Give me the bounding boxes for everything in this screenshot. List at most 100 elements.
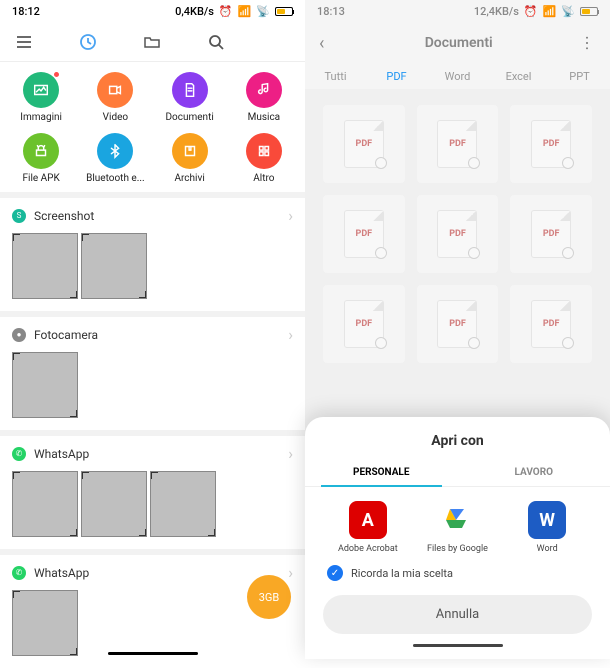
select-circle[interactable] bbox=[468, 337, 480, 349]
menu-icon[interactable] bbox=[14, 32, 34, 52]
tab-pdf[interactable]: PDF bbox=[366, 64, 427, 89]
app-label: Files by Google bbox=[427, 544, 488, 555]
category-file apk[interactable]: File APK bbox=[4, 133, 78, 184]
status-time: 18:12 bbox=[12, 5, 40, 18]
sheet-tabs: PERSONALELAVORO bbox=[305, 459, 610, 487]
category-video[interactable]: Video bbox=[78, 72, 152, 123]
wifi-icon: 📡 bbox=[256, 5, 270, 18]
thumbnail[interactable] bbox=[12, 352, 78, 418]
recent-icon[interactable] bbox=[78, 32, 98, 52]
chevron-right-icon: › bbox=[288, 563, 293, 582]
section-label: WhatsApp bbox=[34, 566, 89, 580]
document-card[interactable]: PDF bbox=[510, 195, 592, 273]
thumbnail[interactable] bbox=[12, 233, 78, 299]
category-archivi[interactable]: Archivi bbox=[153, 133, 227, 184]
category-icon bbox=[97, 133, 133, 169]
search-icon[interactable] bbox=[206, 32, 226, 52]
select-circle[interactable] bbox=[562, 247, 574, 259]
category-icon bbox=[246, 72, 282, 108]
documents-header: ‹ Documenti ⋯ bbox=[305, 22, 610, 64]
select-circle[interactable] bbox=[375, 157, 387, 169]
document-card[interactable]: PDF bbox=[510, 285, 592, 363]
tab-tutti[interactable]: Tutti bbox=[305, 64, 366, 89]
document-card[interactable]: PDF bbox=[323, 105, 405, 183]
category-bluetooth e...[interactable]: Bluetooth e... bbox=[78, 133, 152, 184]
document-card[interactable]: PDF bbox=[510, 105, 592, 183]
tab-word[interactable]: Word bbox=[427, 64, 488, 89]
pdf-file-icon: PDF bbox=[344, 210, 384, 258]
section-header[interactable]: S Screenshot › bbox=[0, 198, 305, 233]
pdf-file-icon: PDF bbox=[437, 210, 477, 258]
section-header[interactable]: ✆ WhatsApp › bbox=[0, 436, 305, 471]
document-card[interactable]: PDF bbox=[417, 285, 499, 363]
thumbnail[interactable] bbox=[12, 590, 78, 656]
pdf-file-icon: PDF bbox=[437, 120, 477, 168]
pdf-file-icon: PDF bbox=[531, 210, 571, 258]
thumbnail[interactable] bbox=[12, 471, 78, 537]
header-title: Documenti bbox=[324, 35, 593, 51]
sheet-tab-personale[interactable]: PERSONALE bbox=[305, 459, 458, 486]
category-icon bbox=[23, 72, 59, 108]
select-circle[interactable] bbox=[375, 247, 387, 259]
category-altro[interactable]: Altro bbox=[227, 133, 301, 184]
tab-excel[interactable]: Excel bbox=[488, 64, 549, 89]
select-circle[interactable] bbox=[562, 337, 574, 349]
signal-icon: 📶 bbox=[543, 5, 557, 18]
category-icon bbox=[172, 133, 208, 169]
select-circle[interactable] bbox=[562, 157, 574, 169]
document-card[interactable]: PDF bbox=[323, 195, 405, 273]
pdf-file-icon: PDF bbox=[531, 120, 571, 168]
section-icon: ✆ bbox=[12, 566, 26, 580]
home-indicator[interactable] bbox=[108, 652, 198, 655]
document-card[interactable]: PDF bbox=[323, 285, 405, 363]
pdf-file-icon: PDF bbox=[344, 300, 384, 348]
filetype-tabs: TuttiPDFWordExcelPPT bbox=[305, 64, 610, 89]
home-indicator[interactable] bbox=[413, 644, 503, 647]
select-circle[interactable] bbox=[468, 247, 480, 259]
status-bar-left: 18:12 0,4KB/s ⏰ 📶 📡 bbox=[0, 0, 305, 22]
category-documenti[interactable]: Documenti bbox=[153, 72, 227, 123]
app-adobe-acrobat[interactable]: A Adobe Acrobat bbox=[333, 501, 403, 555]
open-with-sheet: Apri con PERSONALELAVORO A Adobe Acrobat… bbox=[305, 417, 610, 659]
section-screenshot: S Screenshot › bbox=[0, 192, 305, 311]
thumbnail[interactable] bbox=[81, 471, 147, 537]
app-word[interactable]: W Word bbox=[512, 501, 582, 555]
select-circle[interactable] bbox=[375, 337, 387, 349]
cancel-button[interactable]: Annulla bbox=[323, 595, 592, 634]
tab-ppt[interactable]: PPT bbox=[549, 64, 610, 89]
category-label: File APK bbox=[22, 173, 59, 184]
sheet-tab-lavoro[interactable]: LAVORO bbox=[458, 459, 610, 486]
select-circle[interactable] bbox=[468, 157, 480, 169]
wifi-icon: 📡 bbox=[561, 5, 575, 18]
folder-icon[interactable] bbox=[142, 32, 162, 52]
more-icon[interactable]: ⋯ bbox=[578, 35, 597, 52]
category-grid: Immagini Video Documenti Musica File APK… bbox=[0, 62, 305, 192]
status-bar-right: 18:13 12,4KB/s ⏰ 📶 📡 bbox=[305, 0, 610, 22]
category-icon bbox=[172, 72, 208, 108]
category-label: Archivi bbox=[174, 173, 204, 184]
badge-dot bbox=[53, 71, 60, 78]
remember-choice[interactable]: ✓ Ricorda la mia scelta bbox=[305, 561, 610, 595]
category-immagini[interactable]: Immagini bbox=[4, 72, 78, 123]
section-whatsapp: ✆ WhatsApp › bbox=[0, 430, 305, 549]
document-card[interactable]: PDF bbox=[417, 195, 499, 273]
battery-icon bbox=[275, 7, 293, 16]
app-icon: A bbox=[349, 501, 387, 539]
status-time: 18:13 bbox=[317, 5, 345, 18]
chevron-right-icon: › bbox=[288, 444, 293, 463]
document-card[interactable]: PDF bbox=[417, 105, 499, 183]
app-files-by-google[interactable]: Files by Google bbox=[422, 501, 492, 555]
alarm-icon: ⏰ bbox=[524, 5, 538, 18]
remember-label: Ricorda la mia scelta bbox=[351, 567, 453, 580]
thumbnail[interactable] bbox=[81, 233, 147, 299]
pdf-file-icon: PDF bbox=[531, 300, 571, 348]
thumbnail[interactable] bbox=[150, 471, 216, 537]
checkbox-checked-icon[interactable]: ✓ bbox=[327, 565, 343, 581]
app-label: Adobe Acrobat bbox=[338, 544, 398, 555]
category-label: Video bbox=[103, 112, 128, 123]
section-fotocamera: ● Fotocamera › bbox=[0, 311, 305, 430]
fab-cleaner[interactable]: 3GB bbox=[247, 575, 291, 619]
battery-icon bbox=[580, 7, 598, 16]
section-header[interactable]: ● Fotocamera › bbox=[0, 317, 305, 352]
category-musica[interactable]: Musica bbox=[227, 72, 301, 123]
